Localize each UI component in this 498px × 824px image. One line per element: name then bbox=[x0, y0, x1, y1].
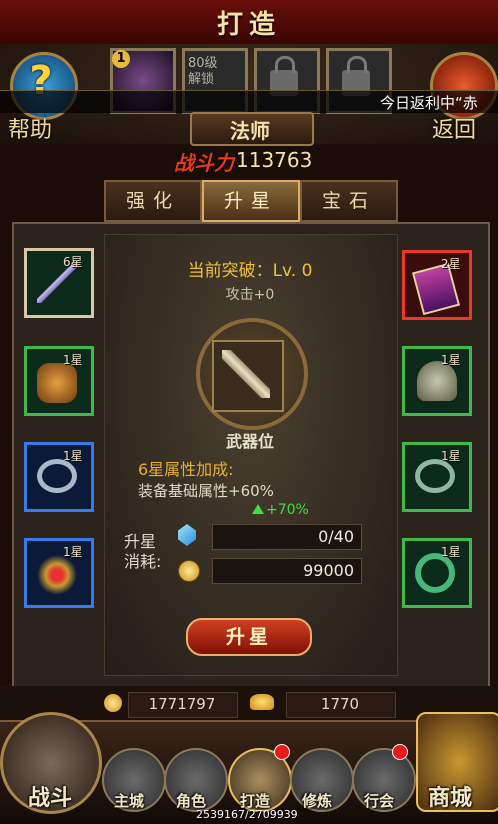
equip-star-label: 1星 bbox=[441, 449, 461, 463]
equip-slot-amulet[interactable]: 1星 bbox=[24, 538, 94, 608]
bonus-title: 6星属性加成: bbox=[138, 460, 234, 479]
equip-slot-helmet[interactable]: 1星 bbox=[402, 346, 472, 416]
ingot-balance: 1770 bbox=[320, 695, 360, 713]
bonus-next-value: +70% bbox=[266, 502, 309, 518]
help-label: 帮助 bbox=[8, 118, 53, 143]
equip-star-label: 1星 bbox=[441, 353, 461, 367]
equip-slot-bracer[interactable]: 1星 bbox=[24, 346, 94, 416]
power-label: 战斗力 bbox=[174, 151, 234, 175]
equip-slot-jade-ring[interactable]: 1星 bbox=[402, 538, 472, 608]
amulet-icon bbox=[37, 555, 77, 595]
star-up-button[interactable]: 升星 bbox=[186, 618, 312, 656]
nav-guild-label: 行会 bbox=[364, 792, 395, 810]
nav-battle-label: 战斗 bbox=[28, 786, 73, 811]
equip-slot-book[interactable]: 2星 bbox=[402, 250, 472, 320]
equip-star-label: 1星 bbox=[63, 353, 83, 367]
sword-icon bbox=[222, 350, 270, 398]
page-title: 打造 bbox=[216, 10, 281, 40]
bonus-description: 装备基础属性+60% bbox=[138, 482, 274, 500]
nav-shop-label: 商城 bbox=[428, 786, 473, 811]
up-arrow-icon bbox=[252, 504, 264, 514]
tab-strengthen[interactable]: 强化 bbox=[104, 180, 202, 222]
power-value: 113763 bbox=[236, 148, 313, 172]
equip-slot-ring-left[interactable]: 1星 bbox=[24, 442, 94, 512]
equip-slot-ring-right[interactable]: 1星 bbox=[402, 442, 472, 512]
hero-slot-unlock-text: 80级 解锁 bbox=[188, 56, 218, 87]
nav-train-label: 修炼 bbox=[302, 792, 333, 810]
gold-balance: 1771797 bbox=[148, 695, 216, 713]
hero-slot-badge: 1 bbox=[112, 50, 130, 68]
ring-icon bbox=[415, 459, 455, 493]
ingot-icon bbox=[250, 694, 274, 710]
class-name: 法师 bbox=[230, 119, 270, 143]
gold-coin-icon bbox=[104, 694, 122, 712]
cost-label: 升星消耗: bbox=[124, 532, 162, 571]
notification-dot bbox=[274, 744, 290, 760]
nav-city-label: 主城 bbox=[114, 792, 145, 810]
breakthrough-level: 当前突破：Lv. 0 bbox=[187, 261, 313, 281]
ring-icon bbox=[37, 459, 77, 493]
equip-star-label: 1星 bbox=[63, 449, 83, 463]
equip-slot-staff[interactable]: 6星 bbox=[24, 248, 94, 318]
bracer-icon bbox=[37, 363, 77, 403]
equip-star-label: 2星 bbox=[441, 257, 461, 271]
marquee-text: 今日返利中“赤 bbox=[380, 94, 478, 112]
gem-cost-value: 0/40 bbox=[318, 527, 354, 546]
equip-star-label: 1星 bbox=[63, 545, 83, 559]
equip-star-label: 6星 bbox=[63, 255, 83, 269]
attack-stat: 攻击+0 bbox=[225, 287, 275, 303]
gold-coin-icon bbox=[178, 560, 200, 582]
weapon-slot-label: 武器位 bbox=[225, 432, 274, 451]
tab-gem[interactable]: 宝石 bbox=[300, 180, 398, 222]
equip-star-label: 1星 bbox=[441, 545, 461, 559]
notification-dot bbox=[392, 744, 408, 760]
coordinate-readout: 2539167/2709939 bbox=[196, 808, 298, 821]
tab-star-up[interactable]: 升星 bbox=[202, 180, 300, 222]
back-label: 返回 bbox=[432, 118, 477, 143]
gold-cost-value: 99000 bbox=[303, 561, 354, 580]
